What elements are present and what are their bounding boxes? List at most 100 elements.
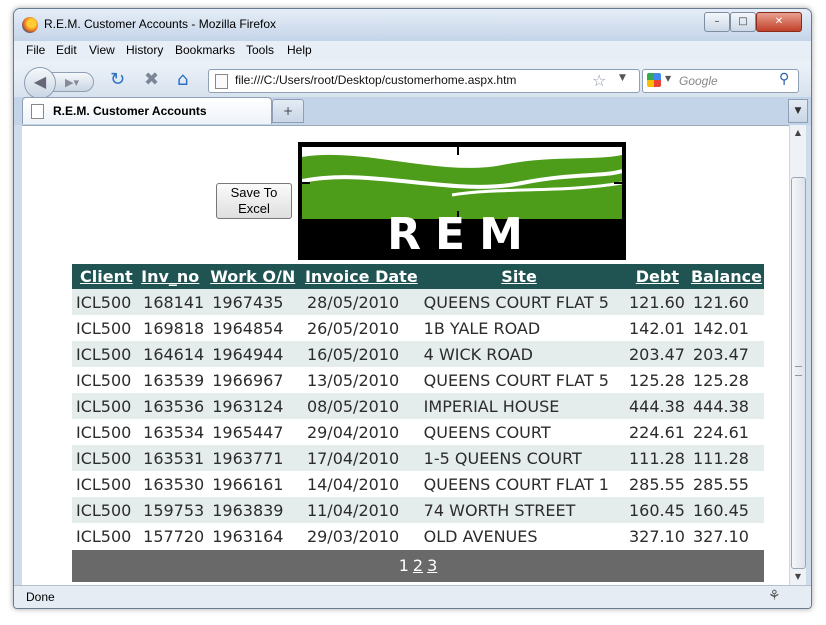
scroll-thumb[interactable]: [791, 177, 806, 569]
cell-inv-no: 157720: [139, 523, 209, 549]
maximize-button[interactable]: □: [730, 12, 756, 32]
cell-work-on: 1964854: [208, 315, 303, 341]
cell-invoice-date: 17/04/2010: [302, 445, 420, 471]
cell-debt: 203.47: [618, 341, 689, 367]
cell-work-on: 1966967: [208, 367, 303, 393]
status-text: Done: [26, 590, 55, 604]
header-balance[interactable]: Balance: [688, 264, 764, 289]
cell-site: QUEENS COURT FLAT 5: [419, 289, 619, 315]
new-tab-button[interactable]: +: [272, 99, 304, 123]
url-dropdown-icon[interactable]: ▼: [619, 73, 626, 83]
pager: 123: [72, 550, 764, 582]
cell-inv-no: 163534: [139, 419, 209, 445]
reload-icon[interactable]: ↻: [110, 70, 125, 90]
browser-window: R.E.M. Customer Accounts - Mozilla Firef…: [13, 8, 812, 609]
cell-inv-no: 164614: [139, 341, 209, 367]
cell-client: ICL500: [72, 419, 140, 445]
table-row: ICL500 163534 1965447 29/04/2010 QUEENS COUR…: [72, 419, 764, 445]
rem-logo: REM: [298, 142, 626, 260]
header-invoice-date[interactable]: Invoice Date: [302, 264, 420, 289]
cell-work-on: 1967435: [208, 289, 303, 315]
scroll-grip-icon: [795, 366, 802, 376]
page-icon: [215, 74, 228, 89]
table-row: ICL500 164614 1964944 16/05/2010 4 WICK ROAD…: [72, 341, 764, 367]
cell-client: ICL500: [72, 315, 140, 341]
table-row: ICL500 169818 1964854 26/05/2010 1B YALE ROA…: [72, 315, 764, 341]
cell-site: OLD AVENUES: [419, 523, 619, 549]
status-bar: Done ⚘: [14, 585, 811, 608]
home-icon[interactable]: ⌂: [177, 70, 188, 90]
cell-invoice-date: 29/04/2010: [302, 419, 420, 445]
cell-client: ICL500: [72, 367, 140, 393]
header-inv-no[interactable]: Inv_no: [139, 264, 209, 289]
menu-view[interactable]: View: [89, 43, 115, 57]
title-bar: R.E.M. Customer Accounts - Mozilla Firef…: [14, 9, 811, 41]
tab-bar: R.E.M. Customer Accounts + ▼: [14, 97, 811, 125]
stop-icon[interactable]: ✖: [144, 70, 159, 90]
cell-balance: 121.60: [688, 289, 764, 315]
menu-history[interactable]: History: [126, 43, 163, 57]
header-work-on[interactable]: Work O/N: [208, 264, 303, 289]
cell-balance: 111.28: [688, 445, 764, 471]
cell-work-on: 1963164: [208, 523, 303, 549]
header-site[interactable]: Site: [419, 264, 619, 289]
search-engine-dropdown-icon[interactable]: ▼: [665, 74, 671, 83]
cell-site: QUEENS COURT: [419, 419, 619, 445]
cell-inv-no: 168141: [139, 289, 209, 315]
search-magnifier-icon[interactable]: ⚲: [779, 71, 789, 87]
search-bar[interactable]: ▼ Google ⚲: [642, 69, 799, 93]
search-placeholder[interactable]: Google: [679, 74, 718, 88]
cell-work-on: 1966161: [208, 471, 303, 497]
pager-link-page-2[interactable]: 2: [413, 556, 423, 575]
google-icon[interactable]: [647, 73, 661, 87]
cell-client: ICL500: [72, 341, 140, 367]
forward-button[interactable]: ▶▾: [52, 72, 94, 92]
tab-list-icon[interactable]: ▼: [788, 99, 808, 123]
page-content: Save ToExcel REM Client Inv_no Work O/N: [22, 125, 789, 586]
menu-bookmarks[interactable]: Bookmarks: [175, 43, 235, 57]
tab-active[interactable]: R.E.M. Customer Accounts: [22, 97, 272, 124]
scroll-up-icon[interactable]: ▲: [790, 125, 806, 141]
cell-balance: 125.28: [688, 367, 764, 393]
cell-balance: 327.10: [688, 523, 764, 549]
cell-debt: 142.01: [618, 315, 689, 341]
url-text[interactable]: file:///C:/Users/root/Desktop/customerho…: [235, 73, 516, 87]
cell-debt: 224.61: [618, 419, 689, 445]
table-row: ICL500 159753 1963839 11/04/2010 74 WORTH ST…: [72, 497, 764, 523]
header-debt[interactable]: Debt: [618, 264, 689, 289]
menu-edit[interactable]: Edit: [56, 43, 77, 57]
cell-debt: 160.45: [618, 497, 689, 523]
navigation-toolbar: ▶▾ ◀ ↻ ✖ ⌂ file:///C:/Users/root/Desktop…: [14, 61, 811, 99]
table-row: ICL500 157720 1963164 29/03/2010 OLD AVENUES…: [72, 523, 764, 549]
bookmark-star-icon[interactable]: ☆: [592, 71, 606, 90]
pager-link-page-3[interactable]: 3: [427, 556, 437, 575]
cell-inv-no: 163531: [139, 445, 209, 471]
vertical-scrollbar[interactable]: ▲ ▼: [789, 125, 806, 585]
save-to-excel-button[interactable]: Save To Excel: [216, 183, 292, 219]
cell-debt: 121.60: [618, 289, 689, 315]
address-bar[interactable]: file:///C:/Users/root/Desktop/customerho…: [208, 69, 640, 93]
minimize-button[interactable]: –: [704, 12, 730, 32]
menu-file[interactable]: File: [26, 43, 45, 57]
addon-bug-icon[interactable]: ⚘: [768, 588, 781, 604]
menu-tools[interactable]: Tools: [246, 43, 274, 57]
cell-balance: 444.38: [688, 393, 764, 419]
close-button[interactable]: ✕: [756, 12, 802, 32]
menu-help[interactable]: Help: [287, 43, 312, 57]
cell-balance: 203.47: [688, 341, 764, 367]
back-button[interactable]: ◀: [24, 67, 56, 99]
table-row: ICL500 163536 1963124 08/05/2010 IMPERIAL HO…: [72, 393, 764, 419]
cell-client: ICL500: [72, 445, 140, 471]
scroll-down-icon[interactable]: ▼: [790, 569, 806, 585]
cell-invoice-date: 08/05/2010: [302, 393, 420, 419]
table-row: ICL500 163530 1966161 14/04/2010 QUEENS COUR…: [72, 471, 764, 497]
cell-client: ICL500: [72, 393, 140, 419]
header-client[interactable]: Client: [72, 264, 140, 289]
cell-client: ICL500: [72, 523, 140, 549]
cell-inv-no: 169818: [139, 315, 209, 341]
tab-title[interactable]: R.E.M. Customer Accounts: [53, 104, 207, 118]
logo-text: REM: [387, 209, 537, 260]
table-body: ICL500 168141 1967435 28/05/2010 QUEENS COUR…: [72, 289, 764, 549]
window-title: R.E.M. Customer Accounts - Mozilla Firef…: [44, 17, 277, 31]
customer-accounts-table: Client Inv_no Work O/N Invoice Date Site…: [72, 264, 764, 549]
